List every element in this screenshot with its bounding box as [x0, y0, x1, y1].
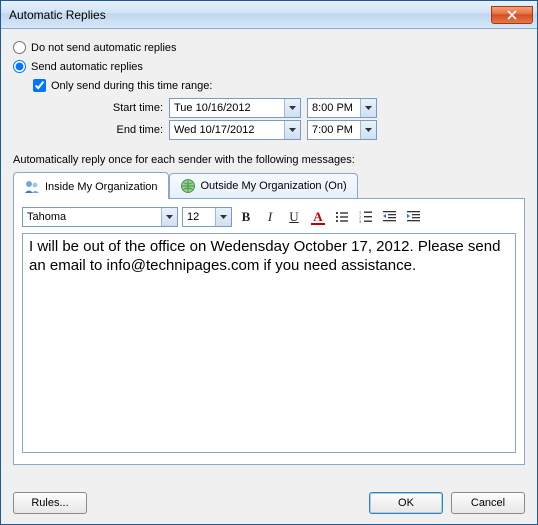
bullet-list-button[interactable] [332, 207, 352, 227]
close-button[interactable] [491, 6, 533, 24]
tab-inside-label: Inside My Organization [45, 181, 158, 193]
radio-send-input[interactable] [13, 60, 26, 73]
font-name-value: Tahoma [23, 211, 161, 223]
window-title: Automatic Replies [9, 8, 491, 22]
checkbox-time-range[interactable]: Only send during this time range: [33, 79, 525, 92]
checkbox-time-range-input[interactable] [33, 79, 46, 92]
start-time-value: 8:00 PM [308, 102, 357, 114]
message-editor[interactable] [22, 233, 516, 453]
end-date-value: Wed 10/17/2012 [170, 124, 259, 136]
bullet-list-icon [335, 210, 349, 224]
start-date-combo[interactable]: Tue 10/16/2012 [169, 98, 301, 118]
outdent-icon [383, 210, 397, 224]
cancel-button[interactable]: Cancel [451, 492, 525, 514]
tab-strip: Inside My Organization Outside My Organi… [13, 172, 525, 198]
italic-button[interactable]: I [260, 207, 280, 227]
chevron-down-icon [360, 121, 376, 139]
start-date-value: Tue 10/16/2012 [170, 102, 255, 114]
tab-inside-organization[interactable]: Inside My Organization [13, 172, 169, 199]
radio-send-label: Send automatic replies [31, 61, 143, 73]
tab-outside-organization[interactable]: Outside My Organization (On) [169, 173, 358, 198]
underline-button[interactable]: U [284, 207, 304, 227]
people-outside-icon [180, 178, 196, 194]
chevron-down-icon [284, 99, 300, 117]
automatic-replies-dialog: Automatic Replies Do not send automatic … [0, 0, 538, 525]
tab-panel: Tahoma 12 B I U A 123 [13, 198, 525, 465]
dialog-footer: Rules... OK Cancel [1, 482, 537, 524]
svg-text:3: 3 [359, 219, 361, 224]
indent-button[interactable] [404, 207, 424, 227]
end-time-label: End time: [73, 124, 163, 136]
radio-do-not-send-input[interactable] [13, 41, 26, 54]
outdent-button[interactable] [380, 207, 400, 227]
section-label: Automatically reply once for each sender… [13, 154, 525, 166]
indent-icon [407, 210, 421, 224]
chevron-down-icon [161, 208, 177, 226]
checkbox-time-range-label: Only send during this time range: [51, 80, 212, 92]
numbered-list-button[interactable]: 123 [356, 207, 376, 227]
end-time-combo[interactable]: 7:00 PM [307, 120, 377, 140]
rules-button[interactable]: Rules... [13, 492, 87, 514]
tab-outside-label: Outside My Organization (On) [201, 180, 347, 192]
ok-button[interactable]: OK [369, 492, 443, 514]
chevron-down-icon [360, 99, 376, 117]
font-size-value: 12 [183, 211, 203, 223]
close-icon [507, 10, 517, 20]
radio-send[interactable]: Send automatic replies [13, 60, 525, 73]
numbered-list-icon: 123 [359, 210, 373, 224]
people-inside-icon [24, 179, 40, 195]
titlebar: Automatic Replies [1, 1, 537, 29]
font-name-combo[interactable]: Tahoma [22, 207, 178, 227]
radio-do-not-send[interactable]: Do not send automatic replies [13, 41, 525, 54]
time-range-grid: Start time: Tue 10/16/2012 8:00 PM End t… [73, 98, 525, 140]
chevron-down-icon [215, 208, 231, 226]
start-time-combo[interactable]: 8:00 PM [307, 98, 377, 118]
font-color-button[interactable]: A [308, 207, 328, 227]
end-date-combo[interactable]: Wed 10/17/2012 [169, 120, 301, 140]
font-size-combo[interactable]: 12 [182, 207, 232, 227]
bold-button[interactable]: B [236, 207, 256, 227]
format-toolbar: Tahoma 12 B I U A 123 [22, 207, 516, 227]
start-time-label: Start time: [73, 102, 163, 114]
radio-do-not-send-label: Do not send automatic replies [31, 42, 177, 54]
chevron-down-icon [284, 121, 300, 139]
end-time-value: 7:00 PM [308, 124, 357, 136]
